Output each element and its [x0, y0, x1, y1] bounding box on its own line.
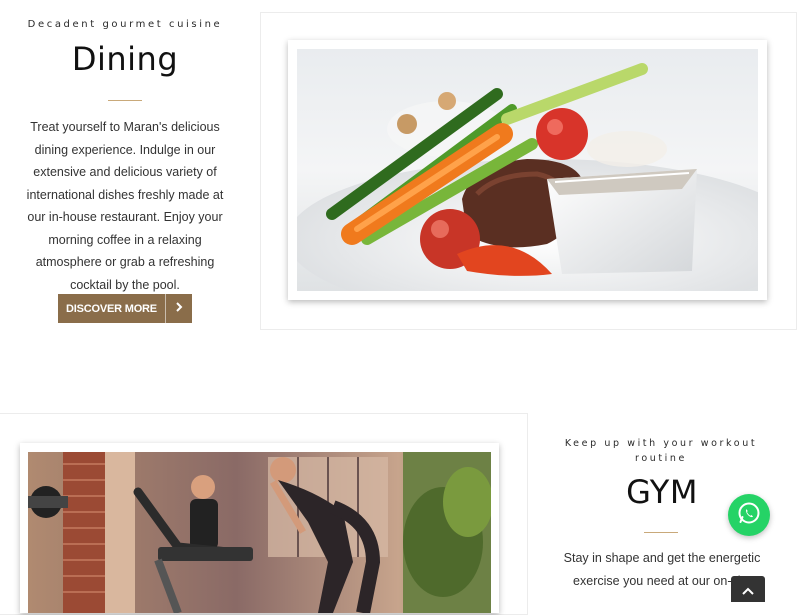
dining-divider — [108, 100, 142, 101]
dining-description: Treat yourself to Maran's delicious dini… — [26, 120, 224, 292]
whatsapp-icon — [737, 501, 761, 529]
dining-food-photo — [297, 49, 758, 291]
chevron-up-icon — [742, 580, 754, 599]
dining-photo-frame — [288, 40, 767, 300]
gym-description-line-1: Stay in shape and get the energetic — [563, 551, 761, 565]
discover-more-label: DISCOVER MORE — [66, 302, 157, 315]
gym-kicker-line-1: Keep up with your workout — [564, 438, 758, 449]
gym-kicker-line-2: routine — [635, 453, 687, 464]
dining-kicker: Decadent gourmet cuisine — [27, 19, 223, 30]
gym-kicker: Keep up with your workout routine — [555, 436, 767, 466]
gym-divider — [644, 532, 678, 533]
scroll-to-top-button[interactable] — [731, 576, 765, 602]
gym-photo-frame — [20, 443, 499, 613]
discover-more-button[interactable]: DISCOVER MORE — [58, 294, 192, 323]
gym-workout-photo — [28, 452, 491, 613]
whatsapp-chat-button[interactable] — [728, 494, 770, 536]
dining-title: Dining — [71, 40, 179, 78]
chevron-right-icon — [166, 301, 192, 316]
